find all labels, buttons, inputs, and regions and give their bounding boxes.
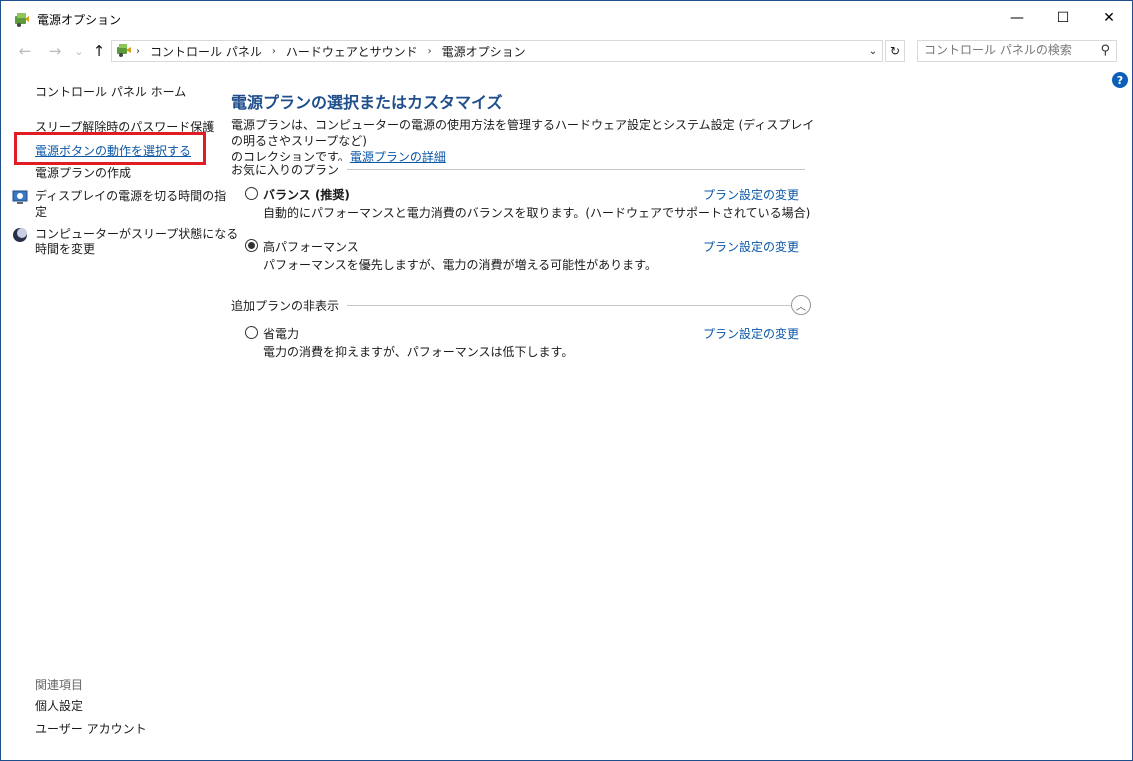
- control-panel-icon: [117, 44, 131, 57]
- power-options-icon: [15, 13, 29, 27]
- collapse-chevron-icon[interactable]: ︿: [791, 295, 811, 315]
- page-description: 電源プランは、コンピューターの電源の使用方法を管理するハードウェア設定とシステム…: [231, 117, 816, 165]
- display-timer-icon: [12, 190, 28, 204]
- sidebar-item-sleep-time-line1[interactable]: コンピューターがスリープ状態になる: [35, 227, 238, 242]
- recent-locations-icon[interactable]: ⌄: [69, 41, 89, 61]
- breadcrumb-control-panel[interactable]: コントロール パネル: [150, 43, 262, 60]
- sidebar-item-display-off-line1[interactable]: ディスプレイの電源を切る時間の指: [35, 189, 226, 204]
- sidebar: コントロール パネル ホーム スリープ解除時のパスワード保護 電源ボタンの動作を…: [1, 71, 238, 760]
- back-arrow-icon[interactable]: ←: [15, 41, 35, 61]
- breadcrumb-hardware-sound[interactable]: ハードウェアとサウンド: [286, 43, 418, 60]
- chevron-right-icon: ›: [136, 46, 140, 57]
- chevron-down-icon[interactable]: ⌄: [864, 41, 882, 61]
- sidebar-item-display-off-line2[interactable]: 定: [35, 205, 47, 220]
- favorites-label: お気に入りのプラン: [231, 161, 348, 178]
- search-box[interactable]: ⚲: [917, 40, 1117, 62]
- refresh-icon[interactable]: ↻: [885, 40, 905, 62]
- sleep-moon-icon: [13, 228, 27, 242]
- plan-name[interactable]: 高パフォーマンス: [263, 238, 359, 255]
- hidden-plans-label: 追加プランの非表示: [231, 297, 348, 314]
- power-options-window: 電源オプション — ☐ ✕ ← → ⌄ ↑ › コントロール パネル › ハード…: [0, 0, 1133, 761]
- related-title: 関連項目: [35, 678, 84, 692]
- search-icon[interactable]: ⚲: [1100, 43, 1110, 58]
- highlight-annotation: [14, 132, 206, 165]
- change-plan-settings-link[interactable]: プラン設定の変更: [703, 325, 799, 342]
- plan-power-saver: 省電力 電力の消費を抑えますが、パフォーマンスは低下します。 プラン設定の変更: [245, 325, 805, 361]
- related-link-personalization[interactable]: 個人設定: [35, 699, 83, 714]
- minimize-button[interactable]: —: [994, 1, 1040, 35]
- plan-description: パフォーマンスを優先しますが、電力の消費が増える可能性があります。: [263, 258, 657, 272]
- plan-name[interactable]: バランス (推奨): [263, 186, 350, 203]
- radio-balanced[interactable]: [245, 187, 258, 200]
- page-title: 電源プランの選択またはカスタマイズ: [231, 93, 503, 112]
- plan-balanced: バランス (推奨) 自動的にパフォーマンスと電力消費のバランスを取ります。(ハー…: [245, 186, 810, 222]
- radio-high-performance[interactable]: [245, 239, 258, 252]
- plan-high-performance: 高パフォーマンス パフォーマンスを優先しますが、電力の消費が増える可能性がありま…: [245, 238, 805, 274]
- chevron-right-icon[interactable]: ›: [428, 46, 432, 57]
- address-bar[interactable]: › コントロール パネル › ハードウェアとサウンド › 電源オプション ⌄: [111, 40, 883, 62]
- plan-name[interactable]: 省電力: [263, 325, 299, 342]
- plan-description: 自動的にパフォーマンスと電力消費のバランスを取ります。(ハードウェアでサポートさ…: [263, 206, 811, 220]
- breadcrumb-power-options[interactable]: 電源オプション: [442, 43, 526, 60]
- chevron-right-icon[interactable]: ›: [272, 46, 276, 57]
- change-plan-settings-link[interactable]: プラン設定の変更: [703, 238, 799, 255]
- breadcrumb: › コントロール パネル › ハードウェアとサウンド › 電源オプション: [136, 43, 526, 60]
- sidebar-home-link[interactable]: コントロール パネル ホーム: [35, 85, 186, 100]
- forward-arrow-icon[interactable]: →: [45, 41, 65, 61]
- radio-power-saver[interactable]: [245, 326, 258, 339]
- favorites-group-header: お気に入りのプラン: [231, 161, 805, 178]
- sidebar-item-create-plan[interactable]: 電源プランの作成: [35, 166, 131, 181]
- sidebar-item-sleep-time-line2[interactable]: 時間を変更: [35, 242, 95, 257]
- change-plan-settings-link[interactable]: プラン設定の変更: [703, 186, 799, 203]
- hidden-plans-group-header: 追加プランの非表示 ︿: [231, 295, 811, 315]
- search-input[interactable]: [924, 43, 1084, 57]
- maximize-button[interactable]: ☐: [1040, 1, 1086, 35]
- title-bar[interactable]: 電源オプション — ☐ ✕: [1, 1, 1132, 35]
- help-icon[interactable]: ?: [1112, 72, 1128, 88]
- related-link-user-accounts[interactable]: ユーザー アカウント: [35, 722, 147, 737]
- up-arrow-icon[interactable]: ↑: [89, 41, 109, 61]
- close-button[interactable]: ✕: [1086, 1, 1132, 35]
- window-title: 電源オプション: [37, 13, 122, 27]
- description-line1: 電源プランは、コンピューターの電源の使用方法を管理するハードウェア設定とシステム…: [231, 118, 815, 148]
- navigation-bar: ← → ⌄ ↑ › コントロール パネル › ハードウェアとサウンド › 電源オ…: [1, 39, 1132, 63]
- plan-description: 電力の消費を抑えますが、パフォーマンスは低下します。: [263, 345, 574, 359]
